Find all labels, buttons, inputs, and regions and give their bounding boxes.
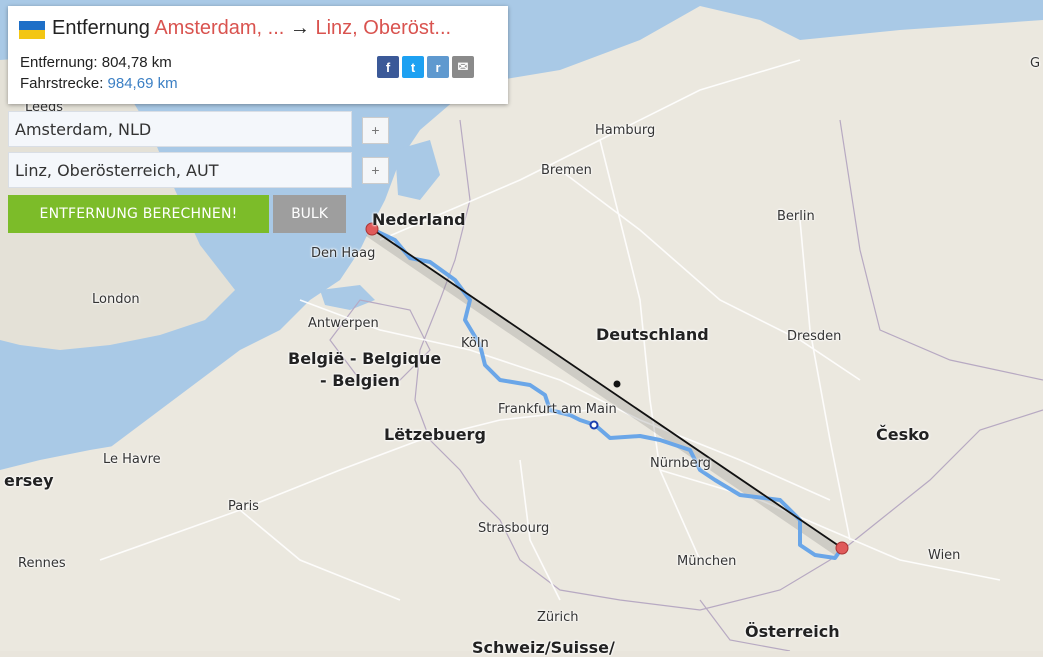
arrow-icon: → (289, 17, 310, 39)
distance-value: 804,78 km (101, 54, 172, 71)
destination-input[interactable] (8, 152, 352, 188)
country-label-osterreich: Österreich (745, 622, 840, 641)
midpoint-marker (613, 380, 621, 388)
city-label-nurnberg: Nürnberg (650, 456, 711, 471)
calculate-distance-button[interactable]: ENTFERNUNG BERECHNEN! (8, 195, 269, 233)
country-label-belgien: - Belgien (320, 371, 400, 390)
reddit-icon: r (435, 59, 441, 75)
country-label-letzebuerg: Lëtzebuerg (384, 425, 486, 444)
distance-info-panel: Entfernung Amsterdam, ... → Linz, Oberös… (8, 6, 508, 104)
twitter-share-button[interactable]: t (402, 56, 424, 78)
add-via-button-1[interactable]: + (362, 117, 389, 144)
add-via-button-2[interactable]: + (362, 157, 389, 184)
title-destination[interactable]: Linz, Oberöst... (315, 17, 451, 39)
city-label-london: London (92, 292, 140, 307)
city-label-hamburg: Hamburg (595, 123, 656, 138)
country-label-cesko: Česko (876, 425, 930, 444)
city-label-den-haag: Den Haag (311, 246, 376, 261)
bulk-button[interactable]: BULK (273, 195, 346, 233)
destination-marker[interactable] (835, 541, 849, 555)
route-title: Entfernung Amsterdam, ... → Linz, Oberös… (52, 17, 451, 40)
title-origin[interactable]: Amsterdam, ... (154, 17, 284, 39)
country-label-schweiz: Schweiz/Suisse/ (472, 638, 615, 657)
title-prefix: Entfernung (52, 17, 150, 39)
facebook-icon: f (385, 59, 391, 75)
country-label-nederland: Nederland (372, 210, 466, 229)
route-waypoint-marker (589, 420, 599, 430)
origin-input[interactable] (8, 111, 352, 147)
city-label-munchen: München (677, 554, 737, 569)
email-icon: ✉ (457, 59, 469, 74)
city-label-berlin: Berlin (777, 209, 815, 224)
country-label-belgie: België - Belgique (288, 349, 442, 368)
city-label-rennes: Rennes (18, 556, 66, 571)
flag-icon (19, 21, 45, 39)
reddit-share-button[interactable]: r (427, 56, 449, 78)
city-label-antwerpen: Antwerpen (308, 316, 379, 331)
driving-distance-label: Fahrstrecke: (20, 75, 104, 92)
city-label-strasbourg: Strasbourg (478, 521, 550, 536)
facebook-share-button[interactable]: f (377, 56, 399, 78)
city-label-le-havre: Le Havre (103, 452, 161, 467)
city-label-dresden: Dresden (787, 329, 842, 344)
city-label-paris: Paris (228, 499, 259, 514)
driving-distance-value[interactable]: 984,69 km (108, 75, 178, 92)
driving-distance-stat: Fahrstrecke: 984,69 km (20, 75, 178, 92)
distance-label: Entfernung: (20, 54, 98, 71)
city-label-koln: Köln (461, 336, 489, 351)
country-label-jersey: ersey (4, 471, 54, 490)
city-label-zurich: Zürich (537, 610, 579, 625)
distance-stat: Entfernung: 804,78 km (20, 54, 172, 71)
city-label-wien: Wien (928, 548, 961, 563)
email-share-button[interactable]: ✉ (452, 56, 474, 78)
map-edge-label: G (1030, 56, 1041, 71)
city-label-frankfurt: Frankfurt am Main (498, 402, 617, 417)
country-label-deutschland: Deutschland (596, 325, 709, 344)
city-label-bremen: Bremen (541, 163, 592, 178)
twitter-icon: t (410, 59, 416, 75)
